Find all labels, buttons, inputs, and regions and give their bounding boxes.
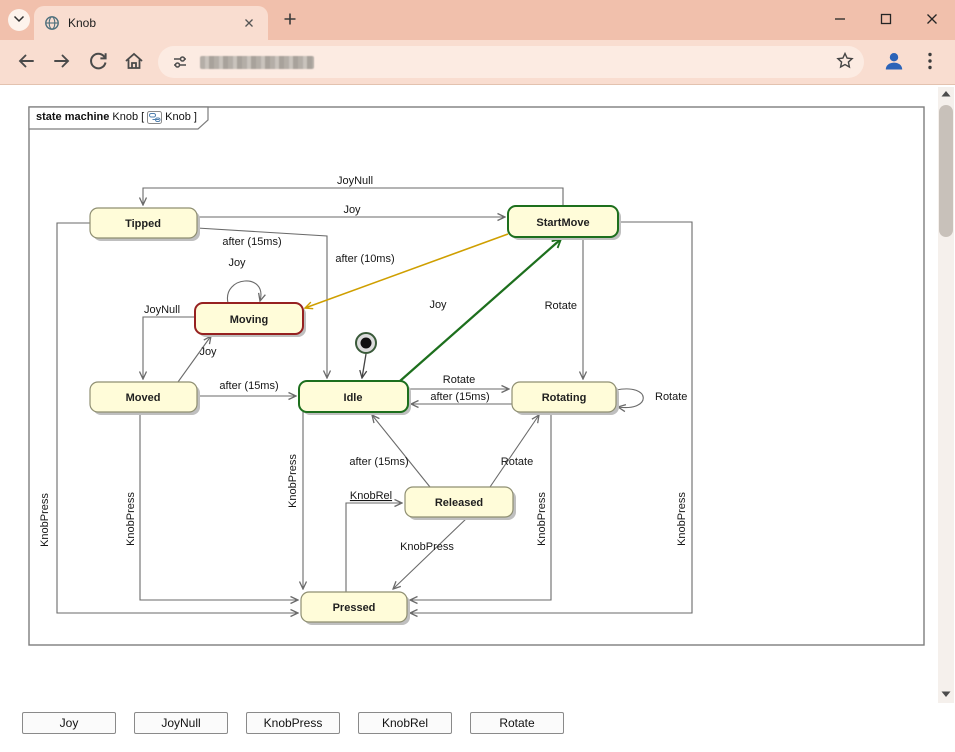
svg-text:Idle: Idle <box>344 392 363 404</box>
svg-text:Pressed: Pressed <box>333 602 376 614</box>
transition-label: after (10ms) <box>335 253 394 265</box>
close-window-button[interactable] <box>909 0 955 40</box>
profile-button[interactable] <box>878 46 910 78</box>
svg-text:Moved: Moved <box>126 392 161 404</box>
state-moving: Moving <box>195 303 306 337</box>
frame-bracket-open: [ <box>141 111 144 123</box>
transition-label: after (15ms) <box>219 380 278 392</box>
joy-button[interactable]: Joy <box>22 712 116 734</box>
svg-text:StartMove: StartMove <box>536 217 589 229</box>
frame-name: Knob <box>112 111 138 123</box>
arrow-down-icon <box>939 688 953 703</box>
bookmark-star-button[interactable] <box>834 51 856 73</box>
three-dot-menu-icon <box>918 49 942 76</box>
scrollbar-thumb[interactable] <box>939 105 953 237</box>
event-button-row: Joy JoyNull KnobPress KnobRel Rotate <box>22 712 564 734</box>
window-controls <box>817 0 955 40</box>
transition-label: Joy <box>228 257 246 269</box>
star-icon <box>835 51 855 74</box>
transition-label: KnobPress <box>536 492 548 546</box>
back-icon <box>14 49 38 76</box>
tab-title: Knob <box>68 16 240 30</box>
browser-tab[interactable]: Knob <box>34 6 268 40</box>
state-tipped: Tipped <box>90 208 200 241</box>
forward-button[interactable] <box>46 46 78 78</box>
browser-window: Knob <box>0 0 955 752</box>
joynull-button[interactable]: JoyNull <box>134 712 228 734</box>
scrollbar-down-button[interactable] <box>938 687 954 703</box>
tab-strip: Knob <box>0 0 955 40</box>
state-moved: Moved <box>90 382 200 415</box>
transition-label: Rotate <box>501 456 533 468</box>
state-machine-diagram: JoyNull Joy after (15ms) after (10ms) Jo… <box>28 106 925 646</box>
transition-label: after (15ms) <box>430 391 489 403</box>
globe-icon <box>44 15 60 31</box>
chevron-down-icon <box>11 11 27 30</box>
forward-icon <box>50 49 74 76</box>
transition-label: Joy <box>429 299 447 311</box>
reload-icon <box>86 49 110 76</box>
transition-label: Rotate <box>545 300 577 312</box>
transition-label: KnobRel <box>350 490 392 502</box>
close-icon <box>926 13 938 28</box>
maximize-button[interactable] <box>863 0 909 40</box>
transition-label: Rotate <box>655 391 687 403</box>
vertical-scrollbar[interactable] <box>938 87 954 703</box>
close-icon <box>244 16 254 31</box>
tab-close-button[interactable] <box>240 14 258 32</box>
minimize-button[interactable] <box>817 0 863 40</box>
transition-label: after (15ms) <box>222 236 281 248</box>
transition-label: Joy <box>199 346 217 358</box>
transition-label: KnobPress <box>676 492 688 546</box>
transition-label: after (15ms) <box>349 456 408 468</box>
svg-text:Tipped: Tipped <box>125 218 161 230</box>
frame-keyword: state machine <box>36 111 109 123</box>
frame-heading: state machine Knob [ Knob ] <box>36 109 197 125</box>
plus-icon <box>282 11 298 30</box>
transition-label: KnobPress <box>287 454 299 508</box>
page-content: JoyNull Joy after (15ms) after (10ms) Jo… <box>0 85 955 752</box>
frame-bracket-close: ] <box>194 111 197 123</box>
menu-button[interactable] <box>916 46 944 78</box>
transition-label: JoyNull <box>144 304 180 316</box>
address-bar[interactable] <box>158 46 864 78</box>
state-rotating: Rotating <box>512 382 619 415</box>
maximize-icon <box>880 13 892 28</box>
scrollbar-up-button[interactable] <box>938 87 954 103</box>
browser-toolbar <box>0 40 955 85</box>
initial-state <box>356 333 376 353</box>
rotate-button[interactable]: Rotate <box>470 712 564 734</box>
home-button[interactable] <box>118 46 150 78</box>
svg-text:Released: Released <box>435 497 483 509</box>
transition-label: Joy <box>343 204 361 216</box>
obscured-url-text <box>200 56 314 69</box>
new-tab-button[interactable] <box>278 8 302 32</box>
knobrel-button[interactable]: KnobRel <box>358 712 452 734</box>
profile-icon <box>882 49 906 76</box>
transition-label: JoyNull <box>337 175 373 187</box>
transition-label: Rotate <box>443 374 475 386</box>
state-idle: Idle <box>299 381 411 415</box>
state-released: Released <box>405 487 516 520</box>
transition-label: KnobPress <box>39 493 51 547</box>
arrow-up-icon <box>939 88 953 103</box>
frame-inner-name: Knob <box>165 111 191 123</box>
site-info-icon[interactable] <box>170 52 190 72</box>
tab-search-button[interactable] <box>8 9 30 31</box>
transition-label: KnobPress <box>125 492 137 546</box>
knobpress-button[interactable]: KnobPress <box>246 712 340 734</box>
state-pressed: Pressed <box>301 592 410 625</box>
back-button[interactable] <box>10 46 42 78</box>
svg-text:Moving: Moving <box>230 314 269 326</box>
svg-text:Rotating: Rotating <box>542 392 587 404</box>
transition-label: KnobPress <box>400 541 454 553</box>
reload-button[interactable] <box>82 46 114 78</box>
state-startmove: StartMove <box>508 206 621 240</box>
home-icon <box>122 49 146 76</box>
minimize-icon <box>834 13 846 28</box>
state-machine-icon <box>147 111 162 124</box>
